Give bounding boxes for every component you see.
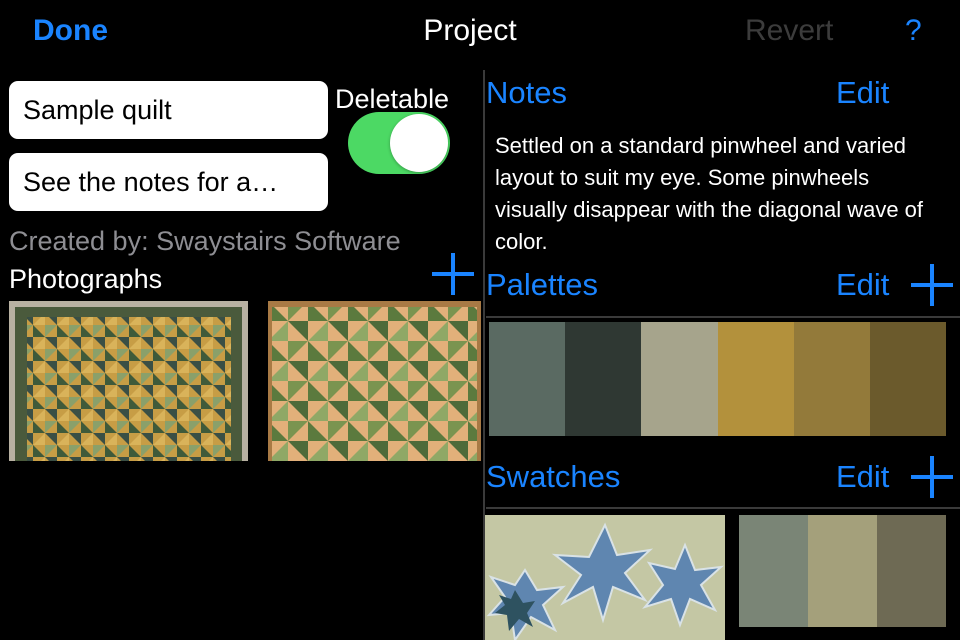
palette-color (489, 322, 566, 436)
swatch-color (808, 515, 877, 627)
project-notes-field[interactable]: See the notes for a… (9, 153, 328, 211)
palette-color (869, 322, 947, 436)
quilt-photo[interactable] (9, 301, 248, 461)
created-by-text: Created by: Swaystairs Software (9, 226, 401, 256)
palette-color (793, 322, 870, 436)
revert-button[interactable]: Revert (745, 12, 833, 50)
swatch-color (739, 515, 808, 627)
quilt-blocks-photo[interactable] (268, 301, 481, 461)
palettes-divider (486, 316, 960, 318)
swatch-color-strip[interactable] (739, 515, 946, 627)
notes-text: Settled on a standard pinwheel and varie… (495, 133, 924, 254)
palettes-edit-button[interactable]: Edit (836, 265, 889, 305)
palette-color (641, 322, 718, 436)
palettes-heading: Palettes (486, 267, 599, 302)
photographs-heading: Photographs (9, 264, 163, 294)
toggle-knob (390, 114, 448, 172)
project-name-field[interactable]: Sample quilt (9, 81, 328, 139)
fabric-swatch-photo[interactable] (485, 515, 725, 640)
swatches-heading: Swatches (486, 459, 621, 494)
palette-strip[interactable] (489, 322, 947, 436)
add-photo-icon[interactable] (432, 253, 474, 295)
swatch-color (877, 515, 946, 627)
help-button[interactable]: ? (905, 12, 922, 50)
swatches-divider (486, 507, 960, 509)
palette-color (717, 322, 794, 436)
deletable-label: Deletable (335, 84, 450, 114)
notes-heading: Notes (486, 75, 567, 110)
palette-color (565, 322, 642, 436)
swatches-edit-button[interactable]: Edit (836, 457, 889, 497)
add-palette-icon[interactable] (911, 264, 953, 306)
deletable-toggle[interactable] (348, 112, 450, 174)
notes-edit-button[interactable]: Edit (836, 73, 889, 113)
add-swatch-icon[interactable] (911, 456, 953, 498)
